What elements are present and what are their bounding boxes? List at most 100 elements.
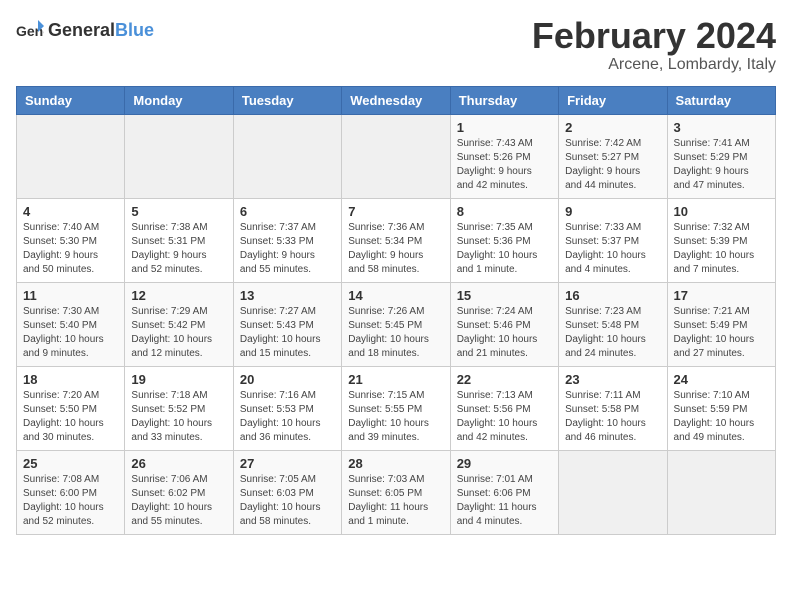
calendar-body: 1 Sunrise: 7:43 AMSunset: 5:26 PMDaylight… xyxy=(17,114,776,534)
day-number: 10 xyxy=(674,204,769,219)
calendar-cell: 17 Sunrise: 7:21 AMSunset: 5:49 PMDayligh… xyxy=(667,282,775,366)
day-number: 4 xyxy=(23,204,118,219)
day-number: 15 xyxy=(457,288,552,303)
calendar-cell: 26 Sunrise: 7:06 AMSunset: 6:02 PMDayligh… xyxy=(125,450,233,534)
logo-text-general: General xyxy=(48,20,115,40)
logo-text-blue: Blue xyxy=(115,20,154,40)
day-number: 26 xyxy=(131,456,226,471)
calendar-cell xyxy=(17,114,125,198)
day-number: 19 xyxy=(131,372,226,387)
day-number: 23 xyxy=(565,372,660,387)
calendar-cell: 27 Sunrise: 7:05 AMSunset: 6:03 PMDayligh… xyxy=(233,450,341,534)
day-info: Sunrise: 7:05 AMSunset: 6:03 PMDaylight:… xyxy=(240,473,335,529)
day-info: Sunrise: 7:29 AMSunset: 5:42 PMDaylight:… xyxy=(131,305,226,361)
day-info: Sunrise: 7:18 AMSunset: 5:52 PMDaylight:… xyxy=(131,389,226,445)
day-number: 29 xyxy=(457,456,552,471)
day-number: 1 xyxy=(457,120,552,135)
calendar-cell: 14Sunrise: 7:26 AMSunset: 5:45 PMDayligh… xyxy=(342,282,450,366)
calendar-week-row: 11 Sunrise: 7:30 AMSunset: 5:40 PMDayligh… xyxy=(17,282,776,366)
weekday-header-saturday: Saturday xyxy=(667,86,775,114)
calendar-cell: 3Sunrise: 7:41 AMSunset: 5:29 PMDaylight… xyxy=(667,114,775,198)
calendar-cell: 20 Sunrise: 7:16 AMSunset: 5:53 PMDayligh… xyxy=(233,366,341,450)
calendar-week-row: 4Sunrise: 7:40 AMSunset: 5:30 PMDaylight… xyxy=(17,198,776,282)
day-number: 7 xyxy=(348,204,443,219)
day-info: Sunrise: 7:10 AMSunset: 5:59 PMDaylight:… xyxy=(674,389,769,445)
calendar-cell: 21 Sunrise: 7:15 AMSunset: 5:55 PMDayligh… xyxy=(342,366,450,450)
day-info: Sunrise: 7:24 AMSunset: 5:46 PMDaylight:… xyxy=(457,305,552,361)
page-header: Gene GeneralBlue February 2024 Arcene, L… xyxy=(16,16,776,74)
weekday-header-row: SundayMondayTuesdayWednesdayThursdayFrid… xyxy=(17,86,776,114)
calendar-cell: 6 Sunrise: 7:37 AMSunset: 5:33 PMDaylight… xyxy=(233,198,341,282)
day-info: Sunrise: 7:16 AMSunset: 5:53 PMDaylight:… xyxy=(240,389,335,445)
day-number: 20 xyxy=(240,372,335,387)
logo-icon: Gene xyxy=(16,16,44,44)
day-info: Sunrise: 7:08 AMSunset: 6:00 PMDaylight:… xyxy=(23,473,118,529)
day-number: 27 xyxy=(240,456,335,471)
day-info: Sunrise: 7:13 AMSunset: 5:56 PMDaylight:… xyxy=(457,389,552,445)
day-info: Sunrise: 7:42 AMSunset: 5:27 PMDaylight:… xyxy=(565,137,660,193)
day-info: Sunrise: 7:27 AMSunset: 5:43 PMDaylight:… xyxy=(240,305,335,361)
day-info: Sunrise: 7:21 AMSunset: 5:49 PMDaylight:… xyxy=(674,305,769,361)
calendar-header: SundayMondayTuesdayWednesdayThursdayFrid… xyxy=(17,86,776,114)
day-info: Sunrise: 7:01 AMSunset: 6:06 PMDaylight:… xyxy=(457,473,552,529)
calendar-cell: 22 Sunrise: 7:13 AMSunset: 5:56 PMDayligh… xyxy=(450,366,558,450)
calendar-cell xyxy=(342,114,450,198)
calendar-week-row: 18 Sunrise: 7:20 AMSunset: 5:50 PMDayligh… xyxy=(17,366,776,450)
weekday-header-friday: Friday xyxy=(559,86,667,114)
day-info: Sunrise: 7:15 AMSunset: 5:55 PMDaylight:… xyxy=(348,389,443,445)
day-number: 12 xyxy=(131,288,226,303)
day-info: Sunrise: 7:26 AMSunset: 5:45 PMDaylight:… xyxy=(348,305,443,361)
day-info: Sunrise: 7:03 AMSunset: 6:05 PMDaylight:… xyxy=(348,473,443,529)
day-number: 24 xyxy=(674,372,769,387)
calendar-cell: 15 Sunrise: 7:24 AMSunset: 5:46 PMDayligh… xyxy=(450,282,558,366)
day-info: Sunrise: 7:06 AMSunset: 6:02 PMDaylight:… xyxy=(131,473,226,529)
weekday-header-sunday: Sunday xyxy=(17,86,125,114)
calendar-cell: 9Sunrise: 7:33 AMSunset: 5:37 PMDaylight… xyxy=(559,198,667,282)
calendar-cell: 8Sunrise: 7:35 AMSunset: 5:36 PMDaylight… xyxy=(450,198,558,282)
calendar-cell: 7 Sunrise: 7:36 AMSunset: 5:34 PMDaylight… xyxy=(342,198,450,282)
day-number: 11 xyxy=(23,288,118,303)
calendar-cell: 24 Sunrise: 7:10 AMSunset: 5:59 PMDayligh… xyxy=(667,366,775,450)
day-info: Sunrise: 7:30 AMSunset: 5:40 PMDaylight:… xyxy=(23,305,118,361)
day-info: Sunrise: 7:41 AMSunset: 5:29 PMDaylight:… xyxy=(674,137,769,193)
day-number: 28 xyxy=(348,456,443,471)
calendar-cell xyxy=(667,450,775,534)
calendar-cell: 16 Sunrise: 7:23 AMSunset: 5:48 PMDayligh… xyxy=(559,282,667,366)
calendar-cell: 18 Sunrise: 7:20 AMSunset: 5:50 PMDayligh… xyxy=(17,366,125,450)
logo: Gene GeneralBlue xyxy=(16,16,154,44)
day-info: Sunrise: 7:43 AMSunset: 5:26 PMDaylight:… xyxy=(457,137,552,193)
day-number: 16 xyxy=(565,288,660,303)
weekday-header-tuesday: Tuesday xyxy=(233,86,341,114)
month-title: February 2024 xyxy=(532,16,776,56)
calendar-cell: 10Sunrise: 7:32 AMSunset: 5:39 PMDayligh… xyxy=(667,198,775,282)
day-number: 18 xyxy=(23,372,118,387)
day-number: 2 xyxy=(565,120,660,135)
day-info: Sunrise: 7:37 AMSunset: 5:33 PMDaylight:… xyxy=(240,221,335,277)
day-number: 6 xyxy=(240,204,335,219)
day-number: 22 xyxy=(457,372,552,387)
day-info: Sunrise: 7:20 AMSunset: 5:50 PMDaylight:… xyxy=(23,389,118,445)
calendar-week-row: 1 Sunrise: 7:43 AMSunset: 5:26 PMDaylight… xyxy=(17,114,776,198)
day-number: 17 xyxy=(674,288,769,303)
day-number: 25 xyxy=(23,456,118,471)
calendar-table: SundayMondayTuesdayWednesdayThursdayFrid… xyxy=(16,86,776,535)
calendar-cell: 5Sunrise: 7:38 AMSunset: 5:31 PMDaylight… xyxy=(125,198,233,282)
calendar-cell: 2 Sunrise: 7:42 AMSunset: 5:27 PMDaylight… xyxy=(559,114,667,198)
calendar-cell: 4Sunrise: 7:40 AMSunset: 5:30 PMDaylight… xyxy=(17,198,125,282)
weekday-header-thursday: Thursday xyxy=(450,86,558,114)
day-info: Sunrise: 7:23 AMSunset: 5:48 PMDaylight:… xyxy=(565,305,660,361)
calendar-cell: 1 Sunrise: 7:43 AMSunset: 5:26 PMDaylight… xyxy=(450,114,558,198)
weekday-header-monday: Monday xyxy=(125,86,233,114)
day-info: Sunrise: 7:11 AMSunset: 5:58 PMDaylight:… xyxy=(565,389,660,445)
day-info: Sunrise: 7:36 AMSunset: 5:34 PMDaylight:… xyxy=(348,221,443,277)
calendar-cell: 25 Sunrise: 7:08 AMSunset: 6:00 PMDayligh… xyxy=(17,450,125,534)
calendar-cell: 11 Sunrise: 7:30 AMSunset: 5:40 PMDayligh… xyxy=(17,282,125,366)
location-title: Arcene, Lombardy, Italy xyxy=(532,56,776,74)
day-number: 8 xyxy=(457,204,552,219)
day-number: 13 xyxy=(240,288,335,303)
day-number: 21 xyxy=(348,372,443,387)
title-area: February 2024 Arcene, Lombardy, Italy xyxy=(532,16,776,74)
day-number: 9 xyxy=(565,204,660,219)
day-info: Sunrise: 7:38 AMSunset: 5:31 PMDaylight:… xyxy=(131,221,226,277)
calendar-cell: 12 Sunrise: 7:29 AMSunset: 5:42 PMDayligh… xyxy=(125,282,233,366)
